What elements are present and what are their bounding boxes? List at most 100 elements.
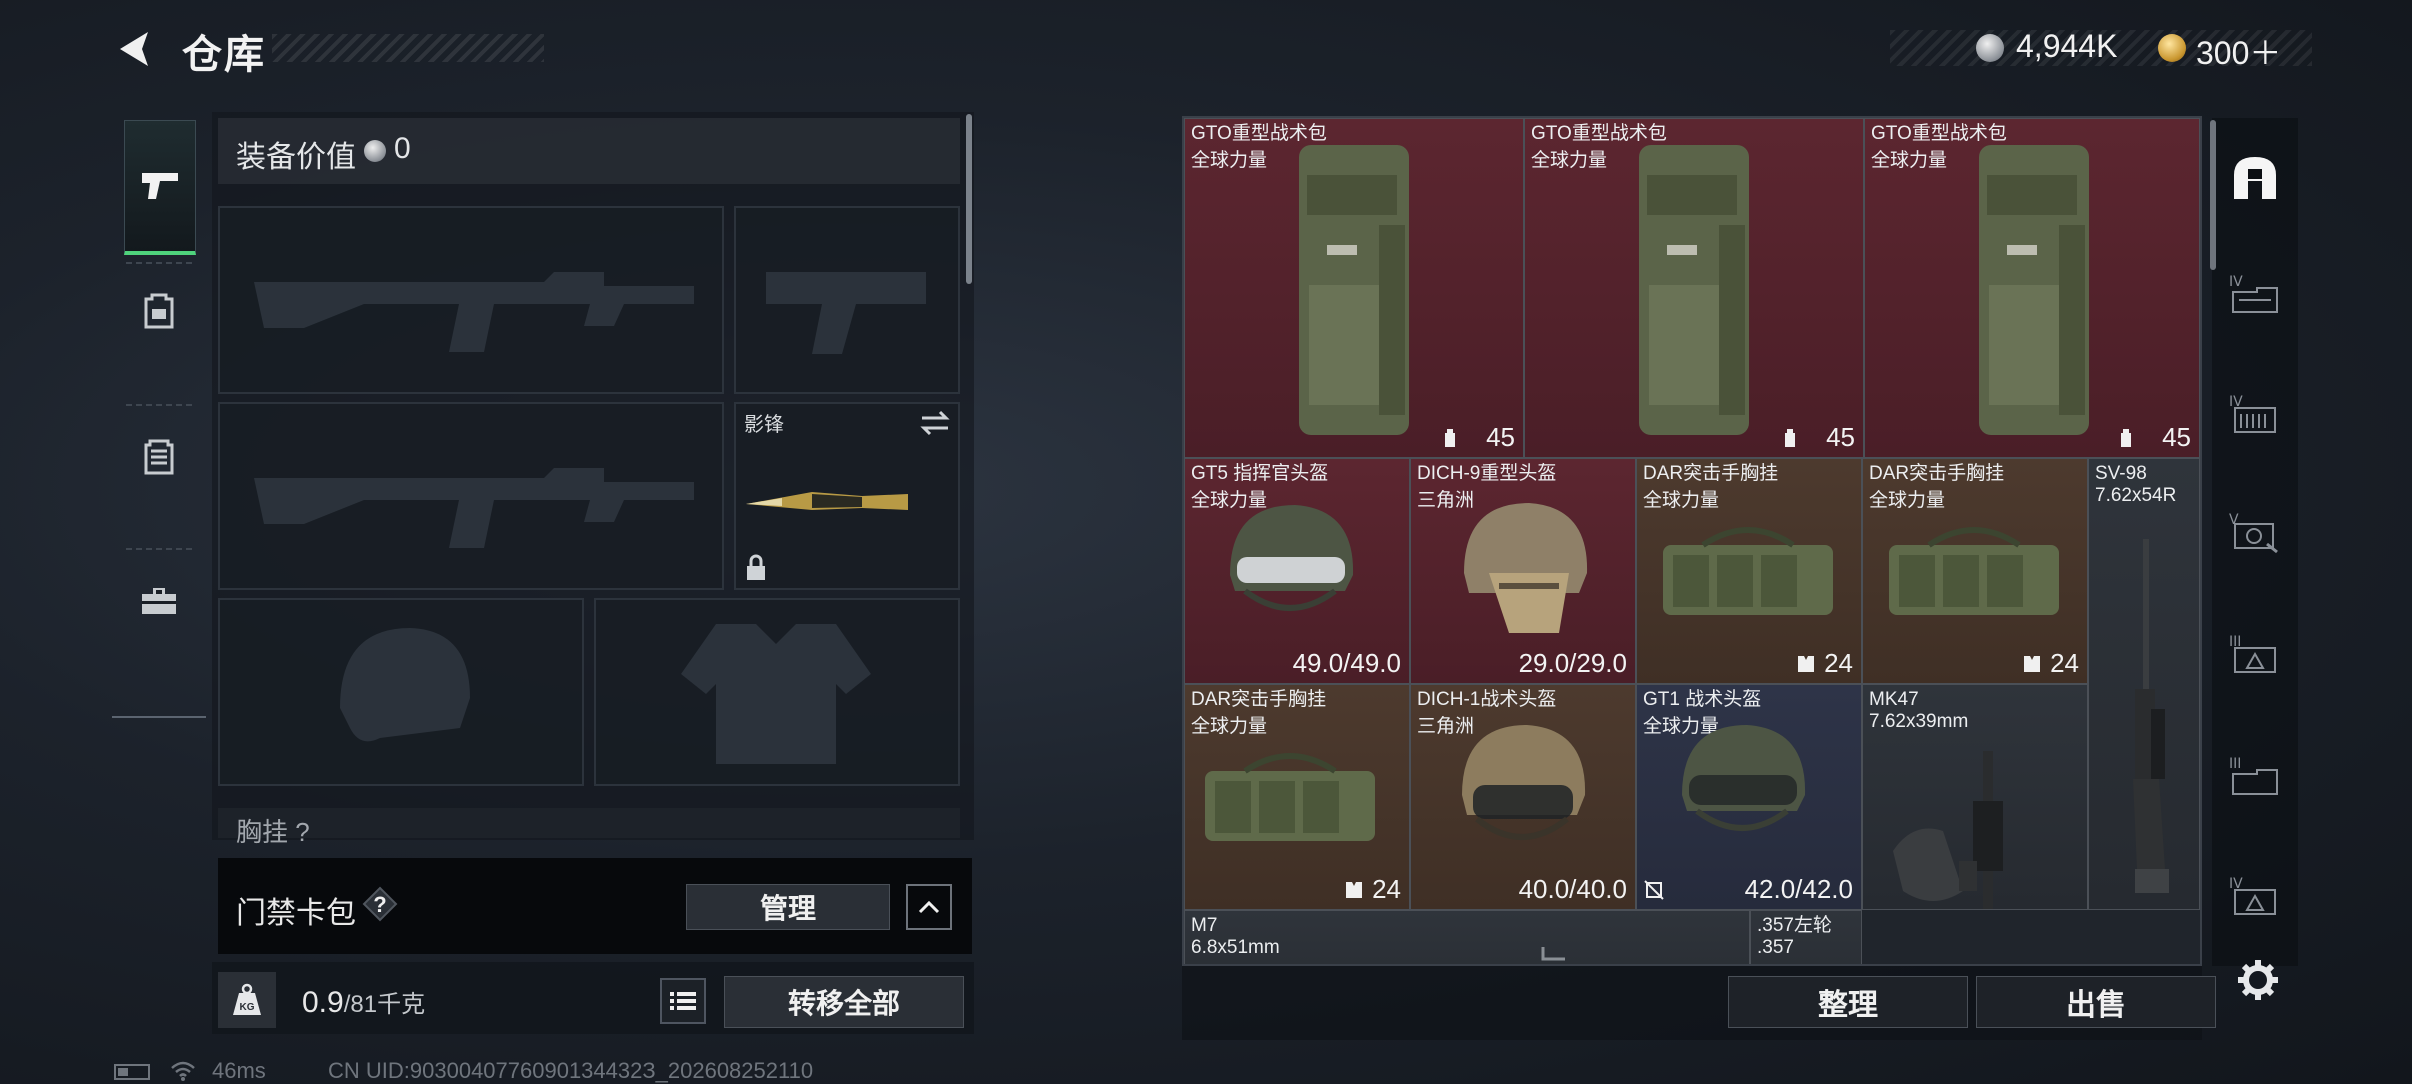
rifle-silhouette-icon — [254, 468, 694, 548]
warehouse-item[interactable]: GTO重型战术包 全球力量 45 — [1184, 118, 1524, 458]
premium-currency-amount[interactable]: 300＋ — [2196, 28, 2281, 74]
warehouse-item[interactable]: MK47 7.62x39mm — [1862, 684, 2088, 910]
secondary-weapon-slot[interactable] — [218, 402, 724, 590]
nav-armor[interactable] — [124, 416, 194, 496]
manage-button[interactable]: 管理 — [686, 884, 890, 930]
transfer-all-button[interactable]: 转移全部 — [724, 976, 964, 1028]
backpack-image — [1639, 145, 1749, 435]
equipment-category-nav — [112, 108, 206, 718]
svg-text:KG: KG — [240, 1002, 255, 1013]
warehouse-item[interactable]: GTO重型战术包 全球力量 45 — [1864, 118, 2200, 458]
body-armor-slot[interactable] — [594, 598, 960, 786]
storage-home-icon — [2234, 157, 2276, 199]
warehouse-item[interactable]: GTO重型战术包 全球力量 45 — [1524, 118, 1864, 458]
warehouse-item[interactable]: GT1 战术头盔 全球力量 42.0/42.0 — [1636, 684, 1862, 910]
list-icon — [670, 992, 696, 1010]
tab-tier-iii[interactable]: III — [2224, 624, 2286, 684]
chest-rig-image — [1663, 527, 1833, 615]
user-id: CN UID:9030040776090134432З_202608252110 — [328, 1058, 814, 1083]
chest-rig-image — [1205, 753, 1375, 841]
helmet-slot[interactable] — [218, 598, 584, 786]
warehouse-grid: GTO重型战术包 全球力量 45 GTO重型战术包 全球力量 45 GTO重型战 — [1182, 116, 2202, 966]
lock-icon — [747, 554, 765, 580]
warehouse-tab-nav: IV IV V III III IV — [2212, 118, 2298, 966]
pistol-silhouette-icon — [766, 272, 926, 354]
no-durability-icon — [1644, 880, 1664, 900]
access-card-label: 门禁卡包 — [236, 897, 356, 930]
warehouse-item[interactable]: .357左轮 .357 — [1750, 910, 1862, 964]
kg-weight-icon: KG — [233, 983, 261, 1015]
warehouse-item[interactable]: GT5 指挥官头盔 全球力量 49.0/49.0 — [1184, 458, 1410, 684]
battery-icon — [114, 1064, 150, 1080]
warehouse-item[interactable]: DICH-9重型头盔 三角洲 29.0/29.0 — [1410, 458, 1636, 684]
warehouse-item[interactable]: DAR突击手胸挂 全球力量 24 — [1184, 684, 1410, 910]
chevron-up-icon — [918, 900, 940, 914]
tab-tier-iv-3[interactable]: IV — [2224, 866, 2286, 926]
helmet-silhouette-icon — [340, 628, 470, 742]
svg-text:IV: IV — [2229, 274, 2243, 290]
assault-rifle-image — [1893, 751, 2003, 909]
tab-tier-iv[interactable]: IV — [2224, 264, 2286, 324]
armor-vest-icon — [144, 439, 174, 475]
warehouse-item[interactable]: DICH-1战术头盔 三角洲 40.0/40.0 — [1410, 684, 1636, 910]
collapse-button[interactable] — [906, 884, 952, 930]
warehouse-item[interactable]: M7 6.8x51mm — [1184, 910, 1750, 964]
svg-text:III: III — [2229, 756, 2241, 772]
helmet-image — [1462, 725, 1586, 840]
swap-icon[interactable] — [920, 410, 950, 436]
weight-max: /81 — [343, 991, 378, 1018]
helmet-image — [1682, 725, 1806, 831]
backpack-image — [1979, 145, 2089, 435]
warehouse-item[interactable]: SV-98 7.62x54R — [2088, 458, 2200, 910]
tier-iv-icon: IV — [2229, 274, 2278, 313]
backpack-icon — [144, 293, 174, 329]
tier-iv-icon: IV — [2229, 394, 2276, 433]
knife-icon — [746, 492, 908, 510]
nav-tools[interactable] — [124, 560, 194, 640]
sidearm-slot[interactable] — [734, 206, 960, 394]
warehouse-scrollbar[interactable] — [2210, 120, 2216, 270]
weight-readout: 0.9/81千克 — [302, 984, 425, 1020]
rifle-partial-image — [1541, 947, 1565, 961]
page-title: 仓库 — [182, 33, 266, 77]
sniper-rifle-image — [2133, 539, 2169, 893]
nav-backpack[interactable] — [124, 270, 194, 350]
tier-iv-icon: IV — [2229, 876, 2276, 915]
toolbox-icon — [142, 588, 176, 614]
tab-tier-iii-2[interactable]: III — [2224, 746, 2286, 806]
help-icon[interactable]: ? — [362, 886, 398, 922]
equipment-value-label: 装备价值 — [236, 141, 356, 174]
helmet-image — [1230, 505, 1354, 611]
chest-rig-slot[interactable]: 胸挂 ? — [218, 808, 960, 847]
back-arrow-icon[interactable] — [112, 26, 158, 72]
equipment-scrollbar[interactable] — [966, 114, 972, 284]
wifi-icon — [171, 1061, 195, 1081]
backpack-capacity-icon — [2121, 429, 2131, 447]
tab-tier-v[interactable]: V — [2224, 502, 2286, 562]
warehouse-item[interactable]: DAR突击手胸挂 全球力量 24 — [1862, 458, 2088, 684]
list-view-button[interactable] — [660, 978, 706, 1024]
sell-button[interactable]: 出售 — [1976, 976, 2216, 1028]
backpack-capacity-icon — [1445, 429, 1455, 447]
tab-storage-home[interactable] — [2224, 148, 2286, 208]
chest-rig-label: 胸挂 ? — [236, 817, 310, 847]
tab-tier-iv-2[interactable]: IV — [2224, 384, 2286, 444]
gear-icon[interactable] — [2236, 958, 2280, 1002]
rig-capacity-icon — [2024, 656, 2040, 672]
primary-weapon-slot[interactable] — [218, 206, 724, 394]
warehouse-item[interactable]: DAR突击手胸挂 全球力量 24 — [1636, 458, 1862, 684]
nav-weapons[interactable] — [124, 120, 196, 255]
currency-amount: 4,944K — [2016, 28, 2118, 64]
armor-silhouette-icon — [681, 624, 871, 764]
gold-coin-icon — [2158, 34, 2186, 62]
rig-capacity-icon — [1798, 656, 1814, 672]
melee-slot[interactable]: 影锋 — [734, 402, 960, 590]
weight-icon: KG — [218, 972, 276, 1028]
weight-unit: 千克 — [377, 991, 426, 1018]
helmet-image — [1464, 503, 1588, 633]
organize-button[interactable]: 整理 — [1728, 976, 1968, 1028]
weight-current: 0.9 — [302, 986, 344, 1019]
equipment-value: 0 — [394, 132, 411, 165]
rig-capacity-icon — [1346, 882, 1362, 898]
rifle-silhouette-icon — [254, 272, 694, 352]
